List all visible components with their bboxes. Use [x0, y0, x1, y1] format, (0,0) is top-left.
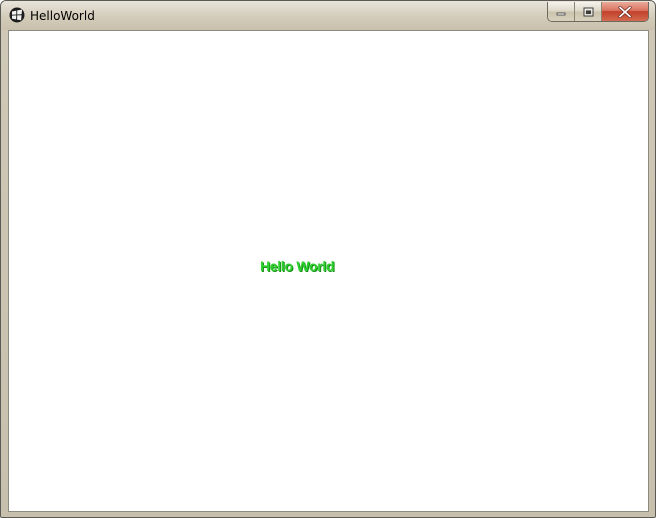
window-controls — [547, 2, 649, 22]
minimize-icon — [556, 12, 566, 15]
app-icon[interactable] — [9, 7, 25, 23]
hello-world-text: Hello World — [260, 258, 335, 274]
minimize-button[interactable] — [548, 2, 575, 21]
application-window: HelloWorld Hello World — [0, 0, 656, 518]
window-title: HelloWorld — [30, 9, 95, 23]
close-button[interactable] — [602, 2, 648, 21]
close-icon — [618, 5, 632, 18]
maximize-button[interactable] — [575, 2, 602, 21]
maximize-icon — [583, 7, 593, 16]
client-area: Hello World — [8, 30, 649, 512]
title-bar[interactable]: HelloWorld — [1, 1, 655, 30]
